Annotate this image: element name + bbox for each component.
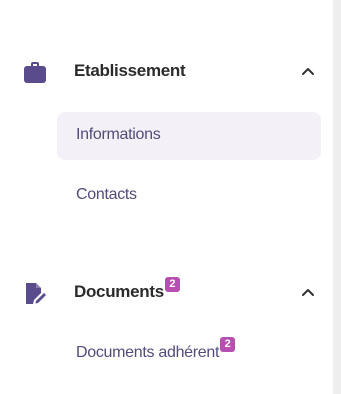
section-etablissement-header[interactable]: Etablissement [0,53,333,89]
notification-badge: 2 [164,277,180,292]
section-documents-header[interactable]: Documents 2 [0,274,333,310]
chevron-up-icon[interactable] [300,64,316,76]
sidebar-item-documents-adherent[interactable]: Documents adhérent 2 [57,330,321,378]
sidebar-item-label: Informations [76,126,161,143]
sidebar-item-label: Documents adhérent 2 [76,337,236,362]
notification-badge: 2 [220,337,236,352]
sidebar-item-label: Contacts [76,186,137,203]
sidebar-nav: Etablissement Informations Contacts Docu… [0,0,333,394]
document-edit-icon [22,280,48,306]
sidebar-item-contacts[interactable]: Contacts [57,172,321,220]
section-etablissement-label: Etablissement [74,61,186,80]
section-documents-label: Documents 2 [74,277,180,302]
sidebar-divider [333,0,341,394]
sidebar-item-informations[interactable]: Informations [57,112,321,160]
chevron-up-icon[interactable] [300,285,316,297]
briefcase-icon [22,59,48,85]
